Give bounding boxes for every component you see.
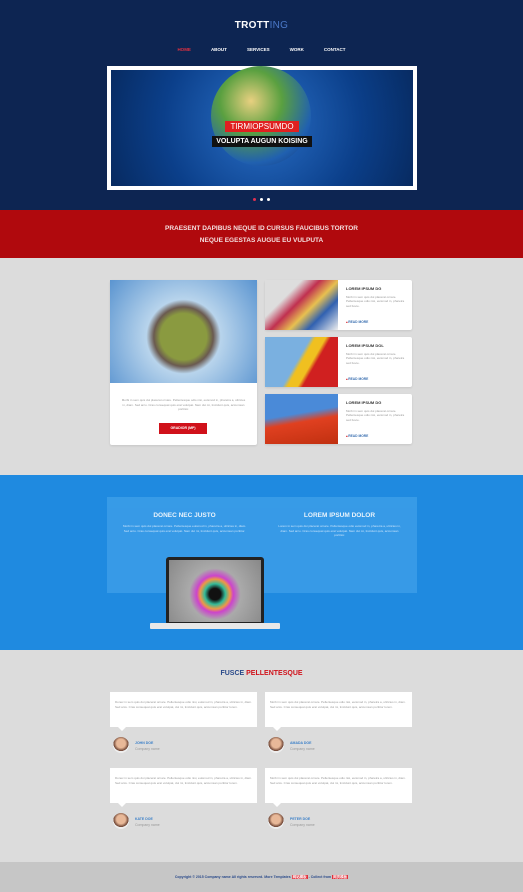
testimonial-company: Company name (290, 747, 315, 751)
footer: Copyright © 2015 Company name All rights… (0, 862, 523, 892)
laptop-image (150, 557, 280, 630)
slide-caption-bottom: VOLUPTA AUGUN KOISING (111, 130, 413, 148)
testimonial-company: Company name (135, 823, 160, 827)
nav-work[interactable]: WORK (290, 47, 304, 52)
feature-item-title: LOREM IPSUM DOL (346, 343, 384, 348)
testimonial-quote: Donec in sem quis dui placerat ornare. P… (110, 768, 257, 807)
feature-item: LOREM IPSUM DG Morbi in sem quis dui pla… (265, 280, 412, 330)
avatar (113, 813, 129, 829)
balloon-image (265, 394, 338, 444)
nav-services[interactable]: SERVICES (247, 47, 270, 52)
blue-col1-text: Morbi in sem quis dui placerat ornare. P… (122, 524, 247, 533)
nav-home[interactable]: HOME (177, 47, 191, 52)
logo[interactable]: TROTTING (0, 20, 523, 31)
blue-col2-title: LOREM IPSUM DOLOR (303, 512, 376, 519)
slider-dots (0, 198, 523, 201)
feature-item: LOREM IPSUM DOL Morbi in sem quis dui pl… (265, 337, 412, 387)
eye-image (169, 560, 261, 622)
slider-dot-1[interactable] (253, 198, 256, 201)
hero-slider[interactable]: TIRMIOPSUMDO VOLUPTA AUGUN KOISING (107, 66, 417, 190)
feature-item-text: Morbi in sem quis dui placerat ornare. P… (346, 352, 405, 365)
avatar (113, 737, 129, 753)
testimonial-quote: Morbi in sem quis dui placerat ornare. P… (265, 692, 412, 731)
blue-col2-text: Lorem in sem quis dui placerat ornare. P… (278, 524, 401, 537)
footer-link-templates[interactable]: 网站模板 (291, 875, 308, 879)
feature-item-text: Morbi in sem quis dui placerat ornare. P… (346, 409, 405, 422)
read-more-link[interactable]: READ MORE (346, 434, 368, 438)
slider-dot-3[interactable] (267, 198, 270, 201)
testimonial-quote: Morbi in sem quis dui placerat ornare. P… (265, 768, 412, 807)
blue-col1-title: DONEC NEC JUSTO (153, 512, 216, 519)
feature-main-text: Morbi in sem quis dui placerat ornare. P… (121, 398, 246, 411)
testimonial-quote: Donec in sem quis dui placerat ornare. P… (110, 692, 257, 731)
planet-image (110, 280, 257, 383)
testimonial-company: Company name (290, 823, 315, 827)
feature-item: LOREM IPSUM DG Morbi in sem quis dui pla… (265, 394, 412, 444)
read-more-link[interactable]: READ MORE (346, 377, 368, 381)
testimonial-name[interactable]: JOHN DOE (135, 741, 153, 745)
testimonial-name[interactable]: PETER DOE (290, 817, 310, 821)
footer-link-collect[interactable]: 网页模板 (332, 875, 349, 879)
nav-contact[interactable]: CONTACT (324, 47, 346, 52)
read-more-link[interactable]: READ MORE (346, 320, 368, 324)
blue-section: DONEC NEC JUSTO Morbi in sem quis dui pl… (0, 475, 523, 650)
nav-about[interactable]: ABOUT (211, 47, 227, 52)
avatar (268, 737, 284, 753)
slider-dot-2[interactable] (260, 198, 263, 201)
feature-main-card: Morbi in sem quis dui placerat ornare. P… (110, 280, 257, 445)
feature-item-title: LOREM IPSUM DG (346, 400, 382, 405)
tagline-band: PRAESENT DAPIBUS NEQUE ID CURSUS FAUCIBU… (0, 210, 523, 258)
feature-main-button[interactable]: GRADIOR (MP) (159, 423, 207, 434)
testimonial-name[interactable]: KATE DOE (135, 817, 153, 821)
feature-item-text: Morbi in sem quis dui placerat ornare. P… (346, 295, 405, 308)
tagline-line-2: NEQUE EGESTAS AUGUE EU VULPUTA (199, 237, 324, 244)
testimonial-name[interactable]: AMADA DOE (290, 741, 311, 745)
main-nav: HOME ABOUT SERVICES WORK CONTACT (0, 47, 523, 52)
balloon-image (265, 337, 338, 387)
avatar (268, 813, 284, 829)
feature-item-title: LOREM IPSUM DG (346, 286, 382, 291)
tagline-line-1: PRAESENT DAPIBUS NEQUE ID CURSUS FAUCIBU… (165, 225, 358, 232)
balloon-image (265, 280, 338, 330)
testimonials-title: FUSCE PELLENTESQUE (220, 670, 303, 677)
testimonial-company: Company name (135, 747, 160, 751)
header: TROTTING HOME ABOUT SERVICES WORK CONTAC… (0, 0, 523, 210)
